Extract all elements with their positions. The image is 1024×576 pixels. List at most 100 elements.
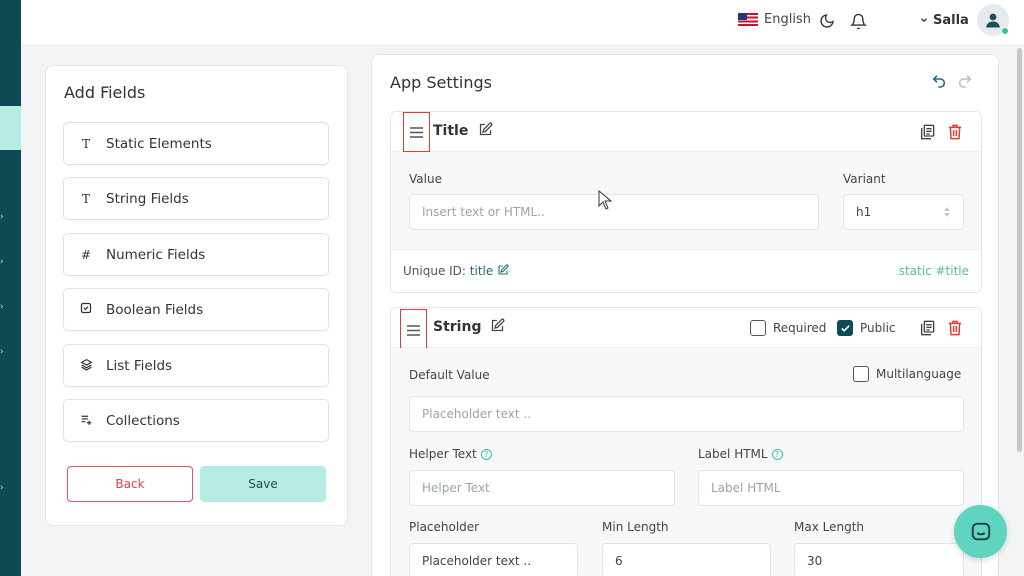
min-length-input[interactable]: 6 xyxy=(602,543,771,576)
placeholder-input[interactable]: Placeholder text .. xyxy=(409,543,578,576)
add-fields-panel: Add Fields T Static Elements T String Fi… xyxy=(45,65,348,526)
title-card-header: Title xyxy=(391,112,981,152)
min-length-label: Min Length xyxy=(602,520,669,534)
chat-launcher-button[interactable] xyxy=(954,505,1007,558)
public-checkbox[interactable]: Public xyxy=(837,320,896,336)
static-elements-button[interactable]: T Static Elements xyxy=(63,122,329,165)
language-selector[interactable]: English xyxy=(738,12,811,27)
copy-icon[interactable] xyxy=(919,124,935,140)
chevron-down-icon xyxy=(921,18,927,23)
variant-label: Variant xyxy=(843,172,886,186)
default-value-label: Default Value xyxy=(409,368,490,382)
hash-icon: # xyxy=(80,247,92,262)
bell-icon[interactable] xyxy=(848,11,868,31)
numeric-fields-button[interactable]: # Numeric Fields xyxy=(63,233,329,276)
trash-icon[interactable] xyxy=(948,320,962,336)
chat-icon xyxy=(971,522,990,540)
back-button[interactable]: Back xyxy=(67,466,193,502)
checkbox-icon xyxy=(78,302,94,317)
add-fields-title: Add Fields xyxy=(64,83,146,102)
app-settings-panel: App Settings Title Value Insert text or … xyxy=(371,54,999,576)
text-t-icon: T xyxy=(81,191,90,206)
label-html-input[interactable]: Label HTML xyxy=(698,470,964,506)
app-settings-title: App Settings xyxy=(390,73,492,92)
drag-handle[interactable] xyxy=(403,112,430,152)
helper-text-input[interactable]: Helper Text xyxy=(409,470,675,506)
layers-icon xyxy=(78,358,94,374)
checkbox-box[interactable] xyxy=(853,366,869,382)
placeholder-label: Placeholder xyxy=(409,520,480,534)
max-length-label: Max Length xyxy=(794,520,865,534)
multilanguage-checkbox[interactable]: Multilanguage xyxy=(853,366,961,382)
string-card-body: Default Value Multilanguage Placeholder … xyxy=(391,348,981,576)
user-menu[interactable]: Salla xyxy=(919,4,1009,36)
help-icon[interactable]: ? xyxy=(771,449,783,460)
default-value-input[interactable]: Placeholder text .. xyxy=(409,396,964,432)
public-label: Public xyxy=(860,321,896,335)
required-checkbox[interactable]: Required xyxy=(750,320,826,336)
string-fields-button[interactable]: T String Fields xyxy=(63,177,329,220)
mouse-cursor-icon xyxy=(598,189,613,214)
us-flag-icon xyxy=(738,13,758,26)
collections-button[interactable]: Collections xyxy=(63,399,329,442)
left-nav-rail: › › › › › xyxy=(0,0,21,576)
help-icon[interactable]: ? xyxy=(480,449,492,460)
multilanguage-label: Multilanguage xyxy=(876,367,962,381)
edit-icon[interactable] xyxy=(478,122,494,138)
string-fields-label: String Fields xyxy=(106,190,189,207)
value-label: Value xyxy=(409,172,442,186)
copy-icon[interactable] xyxy=(919,320,935,336)
title-card-title: Title xyxy=(433,123,469,139)
trash-icon[interactable] xyxy=(948,124,962,140)
value-input[interactable]: Insert text or HTML.. xyxy=(409,194,819,230)
list-fields-button[interactable]: List Fields xyxy=(63,344,329,387)
unique-id-label: Unique ID: xyxy=(403,264,466,278)
boolean-fields-label: Boolean Fields xyxy=(106,301,204,318)
language-label: English xyxy=(764,12,811,27)
chevron-right-icon[interactable]: › xyxy=(0,347,6,357)
helper-text-label: Helper Text? xyxy=(409,447,492,461)
moon-icon[interactable] xyxy=(817,11,837,31)
variant-select[interactable]: h1 xyxy=(843,194,964,230)
unique-id: Unique ID: title xyxy=(403,264,509,278)
chevron-right-icon[interactable]: › xyxy=(0,302,6,312)
static-elements-label: Static Elements xyxy=(106,135,212,152)
max-length-input[interactable]: 30 xyxy=(794,543,964,576)
avatar[interactable] xyxy=(976,4,1009,36)
online-status-dot xyxy=(1000,27,1009,35)
user-name: Salla xyxy=(933,12,969,28)
checkbox-box[interactable] xyxy=(837,320,853,336)
undo-icon[interactable] xyxy=(931,73,949,91)
save-button[interactable]: Save xyxy=(200,466,326,502)
variant-value: h1 xyxy=(856,205,872,219)
chevron-right-icon[interactable]: › xyxy=(0,212,6,222)
edit-icon[interactable] xyxy=(490,318,506,334)
title-card-footer: Unique ID: title static #title xyxy=(391,249,981,292)
edit-icon[interactable] xyxy=(497,264,509,276)
chevron-right-icon[interactable]: › xyxy=(0,483,6,493)
string-card-title: String xyxy=(433,319,482,335)
unique-id-value: title xyxy=(469,264,494,278)
chevron-right-icon[interactable]: › xyxy=(0,257,6,267)
list-fields-label: List Fields xyxy=(106,357,173,374)
redo-icon[interactable] xyxy=(957,73,975,91)
string-card-header: String Required Public xyxy=(391,308,981,351)
drag-handle[interactable] xyxy=(400,309,427,351)
required-label: Required xyxy=(773,321,827,335)
menu-icon xyxy=(410,126,423,138)
static-tag: static #title xyxy=(898,264,969,278)
menu-icon xyxy=(407,324,420,336)
sort-arrows-icon xyxy=(944,207,950,217)
numeric-fields-label: Numeric Fields xyxy=(106,246,206,263)
title-card-body: Value Insert text or HTML.. Variant h1 xyxy=(391,152,981,249)
title-field-card: Title Value Insert text or HTML.. Varian… xyxy=(390,111,982,293)
text-t-icon: T xyxy=(81,136,90,151)
checkbox-box[interactable] xyxy=(750,320,766,336)
top-bar: English Salla xyxy=(21,0,1024,46)
collections-label: Collections xyxy=(106,412,180,429)
label-html-label: Label HTML? xyxy=(698,447,783,461)
nav-active-item[interactable] xyxy=(0,106,21,150)
page-scrollbar[interactable] xyxy=(1017,48,1022,452)
helper-text-label-text: Helper Text xyxy=(409,447,477,461)
boolean-fields-button[interactable]: Boolean Fields xyxy=(63,288,329,331)
